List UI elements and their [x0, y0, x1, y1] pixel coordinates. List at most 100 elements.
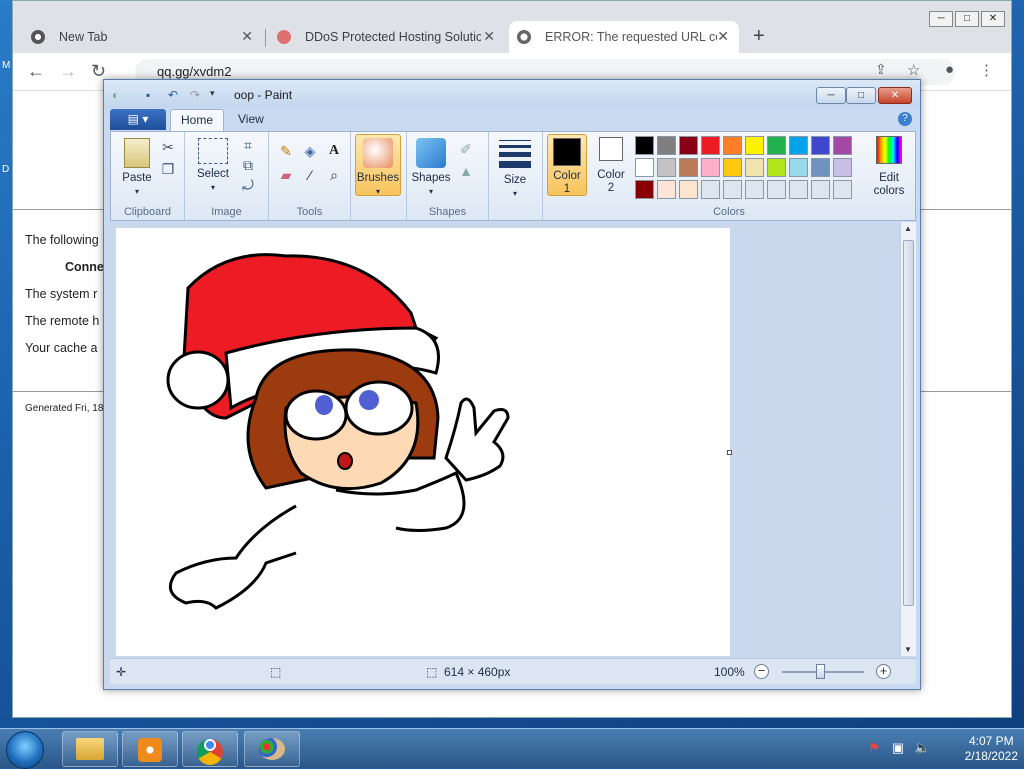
action-center-icon[interactable]: ⚑ — [866, 740, 882, 756]
zoom-in-button[interactable]: + — [876, 664, 891, 679]
redo-icon[interactable]: ↷ — [190, 88, 204, 102]
maximize-button[interactable]: □ — [846, 87, 876, 104]
palette-swatch[interactable] — [833, 136, 852, 155]
palette-swatch[interactable] — [635, 136, 654, 155]
profile-icon[interactable]: ● — [945, 61, 954, 78]
share-icon[interactable]: ⇪ — [875, 61, 887, 78]
bookmark-star-icon[interactable]: ☆ — [907, 61, 920, 79]
palette-swatch[interactable] — [679, 158, 698, 177]
rotate-icon[interactable]: ⤾ — [239, 176, 257, 194]
undo-icon[interactable]: ↶ — [168, 88, 182, 102]
palette-swatch[interactable] — [723, 158, 742, 177]
palette-swatch[interactable] — [635, 158, 654, 177]
palette-swatch[interactable] — [723, 136, 742, 155]
palette-swatch[interactable] — [767, 180, 786, 199]
tab-ddos-hosting[interactable]: DDoS Protected Hosting Solution ✕ — [269, 21, 505, 53]
palette-swatch[interactable] — [745, 136, 764, 155]
palette-swatch[interactable] — [679, 180, 698, 199]
text-icon[interactable]: A — [325, 142, 343, 160]
minimize-button[interactable]: ─ — [816, 87, 846, 104]
save-icon[interactable]: ▪ — [146, 88, 160, 102]
desktop-icon-label[interactable]: M — [2, 60, 10, 71]
maximize-button[interactable]: □ — [955, 11, 979, 27]
desktop-icon-label[interactable]: D — [2, 164, 9, 175]
tab-view[interactable]: View — [228, 109, 274, 131]
drawing-canvas[interactable] — [116, 228, 730, 656]
forward-icon[interactable]: → — [59, 61, 77, 82]
palette-swatch[interactable] — [701, 180, 720, 199]
menu-icon[interactable]: ⋮ — [979, 61, 994, 79]
palette-swatch[interactable] — [811, 180, 830, 199]
palette-swatch[interactable] — [767, 158, 786, 177]
fill-shape-icon[interactable]: ▲ — [457, 162, 475, 180]
close-button[interactable]: ✕ — [878, 87, 912, 104]
tab-error[interactable]: ERROR: The requested URL could ✕ — [509, 21, 739, 53]
palette-swatch[interactable] — [679, 136, 698, 155]
network-icon[interactable]: ▣ — [890, 740, 906, 756]
close-button[interactable]: ✕ — [981, 11, 1005, 27]
copy-icon[interactable]: ❐ — [159, 160, 177, 178]
tools-group: ✎ ◈ A ▰ ⁄ ⌕ Tools — [269, 132, 351, 220]
brushes-button[interactable]: Brushes ▾ — [355, 134, 401, 196]
edit-colors-button[interactable]: Edit colors — [869, 136, 909, 198]
palette-swatch[interactable] — [811, 158, 830, 177]
paste-button[interactable]: Paste ▾ — [117, 138, 157, 198]
volume-icon[interactable]: 🔈 — [914, 740, 930, 756]
shapes-button[interactable]: Shapes ▾ — [411, 138, 451, 198]
taskbar-chrome[interactable] — [182, 731, 238, 767]
tab-new-tab[interactable]: New Tab ✕ — [23, 21, 263, 53]
color1-button[interactable]: Color 1 — [547, 134, 587, 196]
palette-swatch[interactable] — [723, 180, 742, 199]
scroll-down-icon[interactable]: ▼ — [904, 645, 912, 654]
close-tab-icon[interactable]: ✕ — [717, 28, 729, 45]
taskbar-explorer[interactable] — [62, 731, 118, 767]
color-picker-icon[interactable]: ⁄ — [301, 166, 319, 184]
canvas-resize-handle[interactable] — [727, 450, 732, 455]
palette-swatch[interactable] — [833, 180, 852, 199]
resize-icon[interactable]: ⧉ — [239, 156, 257, 174]
palette-swatch[interactable] — [701, 158, 720, 177]
taskbar-media-player[interactable] — [122, 731, 178, 767]
palette-swatch[interactable] — [745, 158, 764, 177]
palette-swatch[interactable] — [811, 136, 830, 155]
palette-swatch[interactable] — [657, 158, 676, 177]
clock[interactable]: 4:07 PM 2/18/2022 — [965, 734, 1018, 764]
size-button[interactable]: Size ▾ — [495, 138, 535, 200]
palette-swatch[interactable] — [701, 136, 720, 155]
palette-swatch[interactable] — [635, 180, 654, 199]
eraser-icon[interactable]: ▰ — [277, 166, 295, 184]
palette-swatch[interactable] — [833, 158, 852, 177]
fill-icon[interactable]: ◈ — [301, 142, 319, 160]
zoom-out-button[interactable]: − — [754, 664, 769, 679]
back-icon[interactable]: ← — [27, 61, 45, 82]
scroll-up-icon[interactable]: ▲ — [904, 224, 912, 233]
help-icon[interactable]: ? — [898, 112, 912, 126]
cut-icon[interactable]: ✂ — [159, 138, 177, 156]
zoom-slider-thumb[interactable] — [816, 664, 825, 679]
new-tab-button[interactable]: + — [753, 25, 765, 48]
select-button[interactable]: Select ▾ — [191, 138, 235, 194]
scroll-thumb[interactable] — [903, 240, 914, 606]
close-tab-icon[interactable]: ✕ — [241, 28, 253, 45]
outline-icon[interactable]: ✐ — [457, 140, 475, 158]
color2-button[interactable]: Color 2 — [591, 137, 631, 195]
start-button[interactable] — [6, 731, 44, 769]
pencil-icon[interactable]: ✎ — [277, 142, 295, 160]
taskbar-paint[interactable] — [244, 731, 300, 767]
palette-swatch[interactable] — [745, 180, 764, 199]
palette-swatch[interactable] — [789, 136, 808, 155]
magnifier-icon[interactable]: ⌕ — [325, 166, 343, 184]
customize-icon[interactable]: ▾ — [210, 88, 224, 102]
canvas-area — [110, 222, 900, 656]
palette-swatch[interactable] — [789, 180, 808, 199]
crop-icon[interactable]: ⌗ — [239, 136, 257, 154]
palette-swatch[interactable] — [767, 136, 786, 155]
close-tab-icon[interactable]: ✕ — [483, 28, 495, 45]
palette-swatch[interactable] — [657, 136, 676, 155]
tab-home[interactable]: Home — [170, 109, 225, 131]
palette-swatch[interactable] — [789, 158, 808, 177]
palette-swatch[interactable] — [657, 180, 676, 199]
vertical-scrollbar[interactable]: ▲ ▼ — [900, 222, 916, 656]
minimize-button[interactable]: ─ — [929, 11, 953, 27]
file-menu-button[interactable]: ▤ ▾ — [110, 109, 166, 130]
